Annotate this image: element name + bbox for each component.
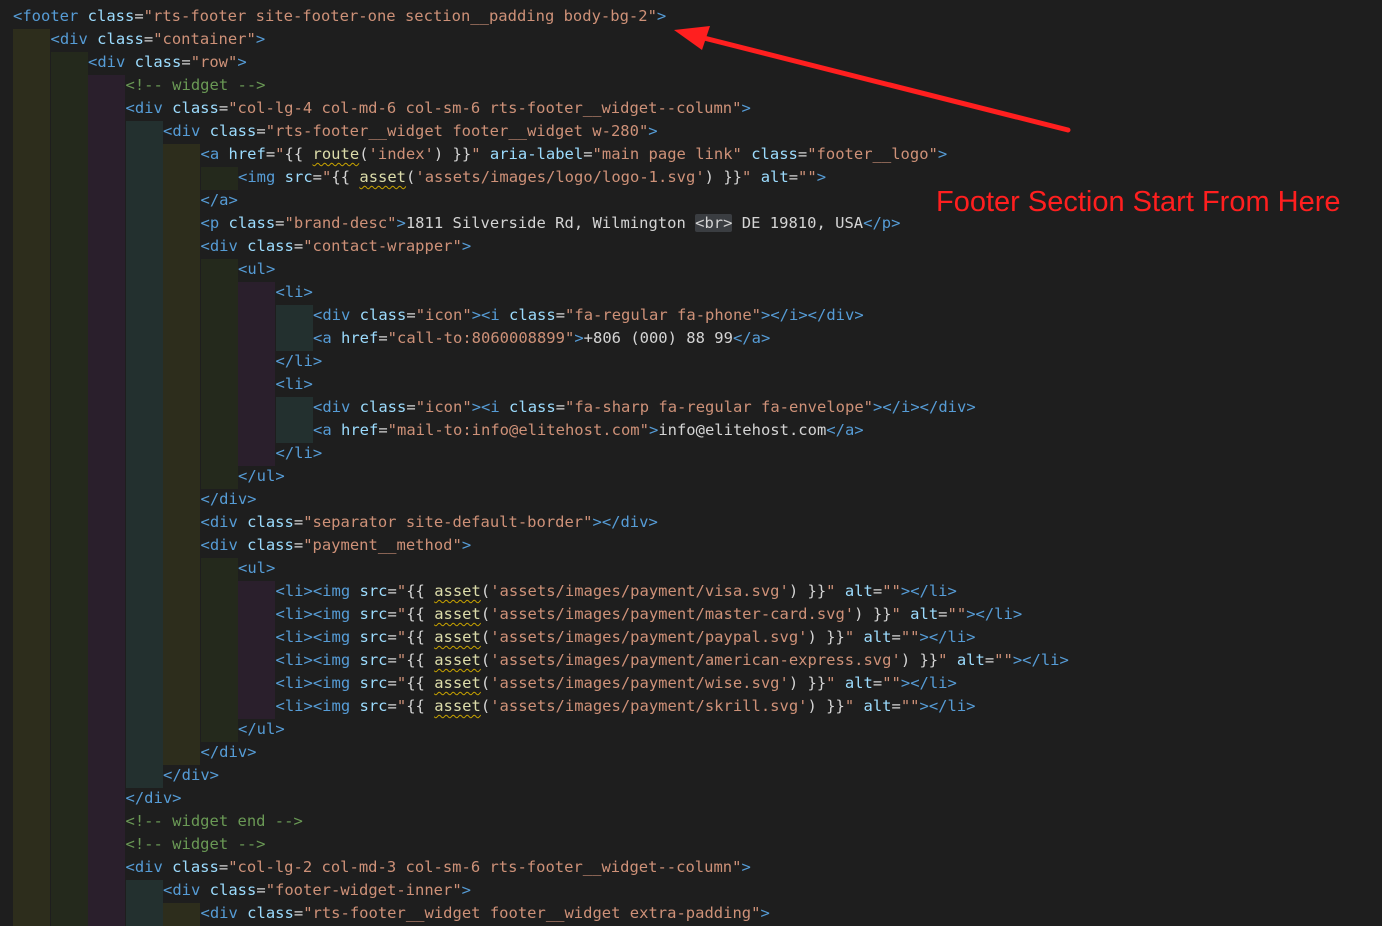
arrow-shaft — [697, 34, 1071, 133]
annotation-arrow — [674, 26, 1071, 133]
arrow-head — [674, 26, 710, 50]
